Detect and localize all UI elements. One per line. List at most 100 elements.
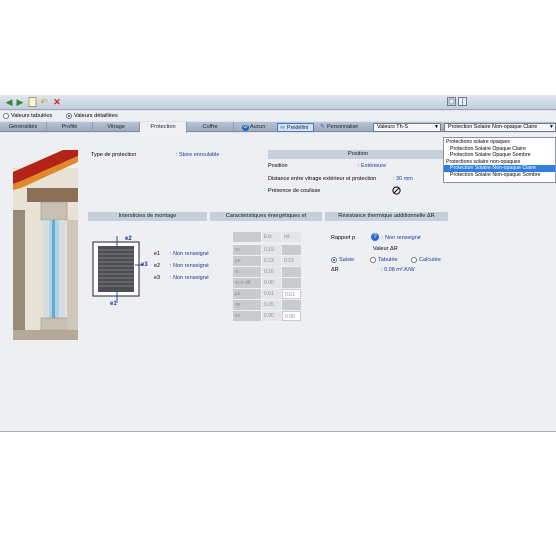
table-cell-int[interactable]: 0.23 xyxy=(282,256,301,266)
no-entry-icon: ⊘ xyxy=(242,124,249,131)
link-icon: ∞ xyxy=(280,125,285,131)
tab-vitrage[interactable]: Vitrage xyxy=(93,122,140,132)
resistance-header: Résistance thermique additionnelle ΔR xyxy=(325,212,448,221)
protection-combo-value: Protection Solaire Non-opaque Claire xyxy=(448,124,538,130)
table-cell-ext[interactable]: 0.05 xyxy=(262,300,281,310)
radio-tabulated-label: Valeurs tabulées xyxy=(11,113,53,119)
personnalise-label: Personnalisé xyxy=(327,124,359,130)
gap-value[interactable]: : Non renseigné xyxy=(170,251,209,257)
undo-icon[interactable]: ↶ xyxy=(39,97,49,107)
table-cell-ext[interactable]: 0.90 xyxy=(262,311,281,321)
gap-label: e2 xyxy=(154,263,161,269)
gap-label: e3 xyxy=(154,275,161,281)
delete-icon[interactable]: ✕ xyxy=(52,97,62,107)
personnalise-button[interactable]: ✎ Personnalisé xyxy=(318,123,366,132)
back-arrow-icon[interactable]: ◀ xyxy=(4,97,14,107)
position-header: Position xyxy=(268,150,448,159)
no-coulisse-icon xyxy=(392,186,401,195)
table-cell-name: ρe xyxy=(233,256,261,266)
table-corner xyxy=(233,232,261,242)
values-combo[interactable]: Valeurs Th-S ▼ xyxy=(373,123,441,132)
table-row: τv,n-dif 0.00 xyxy=(233,278,301,289)
predefini-label: Prédéfini xyxy=(287,125,309,131)
rapport-label: Rapport p xyxy=(331,235,356,241)
table-cell-name: αe xyxy=(233,300,261,310)
aucun-button[interactable]: ⊘ Aucun xyxy=(241,123,274,132)
radio-saisie[interactable]: Saisie xyxy=(331,256,354,264)
radio-dot xyxy=(370,257,376,263)
table-cell-name: τv xyxy=(233,267,261,277)
table-cell-int xyxy=(282,278,301,288)
radio-tabulated[interactable]: Valeurs tabulées xyxy=(3,112,52,120)
radio-calculee[interactable]: Calculée xyxy=(411,256,441,264)
protection-dropdown-list: Protections solaire opaques Protection S… xyxy=(443,137,556,183)
chevron-down-icon: ▼ xyxy=(434,124,439,130)
new-document-icon[interactable] xyxy=(27,97,37,107)
tab-bar: Généralités Profilé Vitrage Protection C… xyxy=(0,122,556,133)
dropdown-item[interactable]: Protection Solaire Non-opaque Sombre xyxy=(444,172,555,179)
position-value: : Extérieure xyxy=(358,163,387,169)
gap-label: e1 xyxy=(154,251,161,257)
protection-combo[interactable]: Protection Solaire Non-opaque Claire ▼ xyxy=(444,123,556,132)
gap-value[interactable]: : Non renseigné xyxy=(170,275,209,281)
montage-header: Intersticies de montage xyxy=(88,212,207,221)
energetic-table: Ext. Int. τe 0.19 ρe 0.23 0.23 τv 0.16 τ… xyxy=(233,232,301,375)
protection-type-label: Type de protection xyxy=(91,152,137,158)
table-cell-ext[interactable]: 0.23 xyxy=(262,256,281,266)
table-row: ρv 0.61 0.61 xyxy=(233,289,301,300)
table-header-row: Ext. Int. xyxy=(233,232,301,243)
table-cell-int[interactable]: 0.90 xyxy=(282,311,301,321)
radio-tabulee-label: Tabulée xyxy=(378,257,398,263)
window-icon[interactable] xyxy=(457,97,467,107)
table-row: αe 0.05 xyxy=(233,300,301,311)
radio-saisie-label: Saisie xyxy=(339,257,355,263)
delta-r-value[interactable]: : 0.08 m².K/W xyxy=(381,267,415,273)
values-combo-value: Valeurs Th-S xyxy=(377,124,408,130)
aucun-label: Aucun xyxy=(250,124,266,130)
gap-value[interactable]: : Non renseigné xyxy=(170,263,209,269)
forward-arrow-icon[interactable]: ▶ xyxy=(15,97,25,107)
table-cell-ext[interactable]: 0.16 xyxy=(262,267,281,277)
radio-dot xyxy=(3,113,9,119)
valeur-label: Valeur ΔR xyxy=(373,246,398,252)
tab-generalites[interactable]: Généralités xyxy=(0,122,47,132)
radio-tabulee[interactable]: Tabulée xyxy=(370,256,398,264)
table-header-ext: Ext. xyxy=(262,232,281,242)
table-row: τe 0.19 xyxy=(233,245,301,256)
table-cell-int xyxy=(282,267,301,277)
distance-value: : 30 mm xyxy=(393,176,413,182)
table-row: εe 0.90 0.90 xyxy=(233,311,301,322)
radio-detailed-label: Valeurs détaillées xyxy=(74,113,118,119)
window-icon[interactable] xyxy=(446,97,456,107)
position-label: Position xyxy=(268,163,288,169)
e2-diagram-label: e2 xyxy=(125,236,132,242)
gap-diagram-image xyxy=(92,236,143,303)
tab-profile[interactable]: Profilé xyxy=(47,122,93,132)
chevron-down-icon: ▼ xyxy=(549,124,554,130)
delta-r-label: ΔR xyxy=(331,267,339,273)
table-cell-name: τv,n-dif xyxy=(233,278,261,288)
radio-dot xyxy=(66,113,72,119)
info-icon[interactable]: ? xyxy=(371,233,379,241)
table-cell-name: τe xyxy=(233,245,261,255)
rapport-value[interactable]: : Non renseigné xyxy=(382,235,421,241)
table-cell-ext[interactable]: 0.00 xyxy=(262,278,281,288)
blank-area xyxy=(0,432,556,556)
protection-type-value: : Store enroulable xyxy=(176,152,220,158)
table-row: τv 0.16 xyxy=(233,267,301,278)
tab-coffre[interactable]: Coffre xyxy=(187,122,234,132)
predefini-button[interactable]: ∞ Prédéfini xyxy=(277,123,314,132)
view-mode-bar: Valeurs tabulées Valeurs détaillées xyxy=(0,111,556,121)
toolbar: ◀ ▶ ↶ ✕ xyxy=(0,95,556,110)
distance-label: Distance entre vitrage extérieur et prot… xyxy=(268,176,377,182)
radio-detailed[interactable]: Valeurs détaillées xyxy=(66,112,118,120)
table-cell-int xyxy=(282,245,301,255)
table-cell-ext[interactable]: 0.19 xyxy=(262,245,281,255)
table-cell-ext[interactable]: 0.61 xyxy=(262,289,281,299)
tab-protection[interactable]: Protection xyxy=(140,122,187,133)
table-cell-name: εe xyxy=(233,311,261,321)
table-row: ρe 0.23 0.23 xyxy=(233,256,301,267)
e1-diagram-label: e1 xyxy=(110,301,117,307)
table-cell-int[interactable]: 0.61 xyxy=(282,289,301,299)
table-header-int: Int. xyxy=(282,232,301,242)
